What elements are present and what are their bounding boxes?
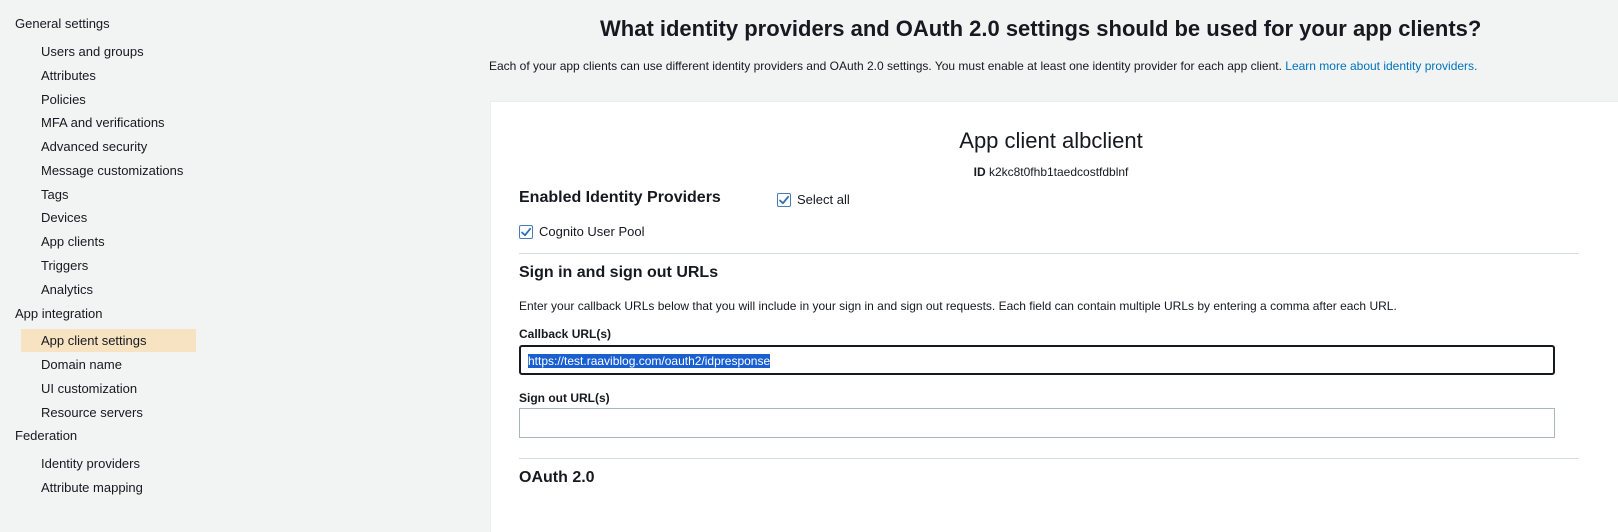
nav-item-triggers[interactable]: Triggers [41, 258, 88, 273]
description-text: Each of your app clients can use differe… [489, 59, 1282, 73]
sidebar: General settings Users and groups Attrib… [0, 0, 470, 525]
client-id-value: k2kc8t0fhb1taedcostfdblnf [988, 165, 1129, 179]
callback-url-value: https://test.raaviblog.com/oauth2/idpres… [528, 354, 771, 368]
checkmark-icon [779, 195, 790, 204]
callback-url-input[interactable]: https://test.raaviblog.com/oauth2/idpres… [519, 345, 1555, 375]
sign-in-out-urls-title: Sign in and sign out URLs [519, 264, 719, 281]
oauth-title: OAuth 2.0 [519, 469, 595, 486]
learn-more-idp-link[interactable]: Learn more about identity providers. [1285, 59, 1477, 73]
urls-helper-text: Enter your callback URLs below that you … [519, 299, 1397, 313]
signout-url-input[interactable] [519, 408, 1555, 438]
divider [519, 253, 1579, 254]
nav-item-attributes[interactable]: Attributes [41, 68, 96, 83]
callback-url-label: Callback URL(s) [519, 327, 612, 341]
nav-section-app-integration[interactable]: App integration [15, 306, 102, 321]
client-id-label: ID [973, 165, 986, 179]
checkmark-icon [521, 227, 532, 236]
nav-item-identity-providers[interactable]: Identity providers [41, 456, 140, 471]
enabled-idps-title: Enabled Identity Providers [519, 189, 721, 206]
nav-item-domain-name[interactable]: Domain name [41, 357, 122, 372]
cognito-user-pool-checkbox-row[interactable]: Cognito User Pool [519, 224, 645, 239]
nav-item-attribute-mapping[interactable]: Attribute mapping [41, 480, 143, 495]
app-client-card: App client albclient ID k2kc8t0fhb1taedc… [490, 101, 1618, 532]
nav-item-devices[interactable]: Devices [41, 210, 87, 225]
signout-url-label: Sign out URL(s) [519, 391, 610, 405]
page-description: Each of your app clients can use differe… [489, 59, 1477, 73]
nav-item-resource-servers[interactable]: Resource servers [41, 405, 143, 420]
select-all-checkbox[interactable] [777, 192, 791, 207]
cognito-user-pool-checkbox[interactable] [519, 224, 533, 239]
nav-item-policies[interactable]: Policies [41, 92, 86, 107]
nav-item-analytics[interactable]: Analytics [41, 282, 93, 297]
nav-section-general-settings[interactable]: General settings [15, 16, 110, 31]
nav-item-app-client-settings[interactable]: App client settings [21, 329, 196, 352]
nav-section-federation[interactable]: Federation [15, 428, 77, 443]
nav-item-users-and-groups[interactable]: Users and groups [41, 44, 144, 59]
nav-item-message-customizations[interactable]: Message customizations [41, 163, 183, 178]
nav-item-ui-customization[interactable]: UI customization [41, 381, 137, 396]
divider [519, 458, 1579, 459]
nav-item-advanced-security[interactable]: Advanced security [41, 139, 147, 154]
select-all-label: Select all [797, 192, 850, 207]
cognito-user-pool-label: Cognito User Pool [539, 224, 645, 239]
select-all-checkbox-row[interactable]: Select all [777, 192, 850, 207]
nav-item-tags[interactable]: Tags [41, 187, 68, 202]
page-title: What identity providers and OAuth 2.0 se… [600, 16, 1482, 41]
app-client-id: ID k2kc8t0fhb1taedcostfdblnf [491, 165, 1611, 179]
app-client-title: App client albclient [959, 128, 1143, 153]
nav-item-mfa-and-verifications[interactable]: MFA and verifications [41, 115, 165, 130]
nav-item-app-clients[interactable]: App clients [41, 234, 105, 249]
